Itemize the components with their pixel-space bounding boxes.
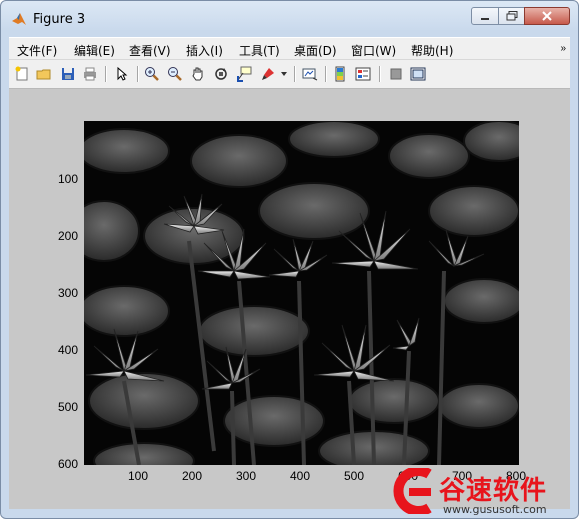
- figure-window: Figure 3 文件(F) 编辑(E) 查看(V) 插入(I) 工具(T) 桌…: [0, 0, 579, 519]
- gususoft-logo-icon: [385, 466, 437, 516]
- matlab-icon: [11, 11, 27, 27]
- minimize-icon: [481, 18, 489, 20]
- toolbar-separator: [294, 66, 296, 82]
- close-button[interactable]: [524, 7, 570, 25]
- y-tick-label: 100: [57, 172, 78, 186]
- toolbar-separator: [137, 66, 139, 82]
- chevron-double-right-icon[interactable]: »: [560, 43, 566, 54]
- menu-file[interactable]: 文件(F): [17, 42, 57, 59]
- menu-insert[interactable]: 插入(I): [186, 42, 223, 59]
- menu-desktop[interactable]: 桌面(D): [294, 42, 337, 59]
- toolbar-separator: [105, 66, 107, 82]
- show-plot-tools-icon[interactable]: [409, 65, 427, 83]
- menu-edit[interactable]: 编辑(E): [74, 42, 115, 59]
- menu-bar: 文件(F) 编辑(E) 查看(V) 插入(I) 工具(T) 桌面(D) 窗口(W…: [9, 37, 570, 60]
- brush-icon[interactable]: [259, 65, 277, 83]
- y-tick-label: 500: [57, 400, 78, 414]
- gususoft-watermark: 谷速软件 www.gususoft.com: [379, 464, 578, 518]
- image-axes[interactable]: [84, 121, 519, 465]
- maximize-button[interactable]: [498, 7, 525, 25]
- restore-icon: [506, 11, 517, 21]
- title-bar[interactable]: Figure 3: [1, 1, 578, 35]
- y-tick-label: 600: [57, 457, 78, 471]
- insert-legend-icon[interactable]: [354, 65, 372, 83]
- hide-plot-tools-icon[interactable]: [387, 65, 405, 83]
- new-figure-icon[interactable]: [13, 65, 31, 83]
- link-plot-icon[interactable]: [301, 65, 319, 83]
- toolbar-separator: [325, 66, 327, 82]
- zoom-in-icon[interactable]: [143, 65, 161, 83]
- y-tick-label: 300: [57, 286, 78, 300]
- x-tick-label: 400: [289, 469, 311, 483]
- figure-toolbar: [9, 59, 570, 89]
- x-tick-label: 100: [127, 469, 149, 483]
- window-title: Figure 3: [33, 12, 86, 27]
- menu-help[interactable]: 帮助(H): [411, 42, 453, 59]
- edit-plot-arrow-icon[interactable]: [113, 65, 131, 83]
- toolbar-separator: [379, 66, 381, 82]
- pan-hand-icon[interactable]: [189, 65, 207, 83]
- menu-window[interactable]: 窗口(W): [351, 42, 396, 59]
- data-cursor-icon[interactable]: [235, 65, 253, 83]
- y-tick-label: 400: [57, 343, 78, 357]
- insert-colorbar-icon[interactable]: [331, 65, 349, 83]
- watermark-url: www.gususoft.com: [443, 503, 547, 516]
- x-tick-label: 200: [181, 469, 203, 483]
- minimize-button[interactable]: [471, 7, 499, 25]
- print-icon[interactable]: [81, 65, 99, 83]
- menu-tools[interactable]: 工具(T): [239, 42, 280, 59]
- lotus-grayscale-image: [84, 121, 519, 465]
- close-icon: [542, 11, 552, 21]
- zoom-out-icon[interactable]: [166, 65, 184, 83]
- rotate-3d-icon[interactable]: [212, 65, 230, 83]
- x-tick-label: 300: [235, 469, 257, 483]
- x-tick-label: 500: [343, 469, 365, 483]
- save-icon[interactable]: [59, 65, 77, 83]
- brush-dropdown-icon[interactable]: [279, 65, 289, 83]
- watermark-brand: 谷速软件: [439, 476, 548, 506]
- y-tick-label: 200: [57, 229, 78, 243]
- open-file-icon[interactable]: [35, 65, 53, 83]
- menu-view[interactable]: 查看(V): [129, 42, 171, 59]
